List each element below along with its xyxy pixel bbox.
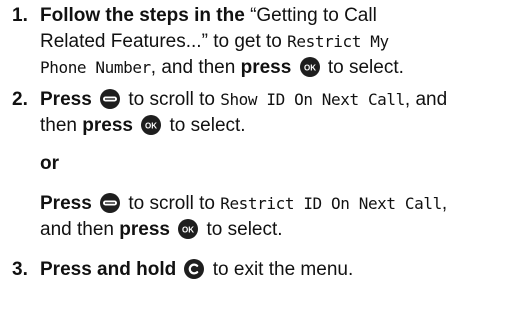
alt-step-line-2: and then press OK to select. (40, 216, 283, 244)
or-label: or (40, 153, 59, 174)
step-2-after-lcd: , and (404, 89, 448, 110)
alt-step-after-lcd: , (441, 193, 448, 214)
step-1-line-3: Phone Number, and then press OK to selec… (40, 54, 404, 82)
step-1-text-3: , and then (150, 57, 241, 78)
svg-text:OK: OK (304, 64, 316, 73)
ok-key-icon: OK (299, 57, 320, 77)
alt-step-press: Press (40, 193, 92, 214)
step-2-line-2: then press OK to select. (40, 112, 246, 140)
alt-step-press-2: press (119, 219, 170, 240)
step-1-number: 1. (12, 5, 28, 26)
step-2-lcd-show-id: Show ID On Next Call (220, 90, 405, 109)
ok-key-icon: OK (141, 115, 162, 135)
step-1-press: press (240, 57, 292, 78)
step-1-quote-text: “Getting to Call (244, 5, 377, 26)
menu-key-icon (100, 89, 121, 109)
alt-step-lcd-restrict-id: Restrict ID On Next Call (220, 194, 442, 213)
step-1-text-2: Related Features...” to get to (40, 31, 288, 52)
or-line: or (40, 150, 59, 178)
step-1-bold-text: Follow the steps in the (40, 5, 245, 26)
step-3-number: 3. (12, 259, 28, 280)
alt-step-line-1: Press to scroll to Restrict ID On Next C… (40, 190, 447, 218)
ok-key-icon: OK (178, 219, 199, 239)
step-1-lcd-phone-number: Phone Number (40, 58, 151, 77)
step-2-mid: to scroll to (123, 89, 221, 110)
alt-step-tail: to select. (201, 219, 283, 240)
step-2-press: Press (40, 89, 92, 110)
step-2-then: then (40, 115, 83, 136)
clear-key-icon (184, 259, 205, 279)
alt-step-mid: to scroll to (123, 193, 221, 214)
svg-text:OK: OK (182, 226, 194, 235)
alt-step-and-then: and then (40, 219, 120, 240)
step-1-line-2: Related Features...” to get to Restrict … (40, 28, 389, 56)
menu-key-icon (100, 193, 121, 213)
step-1-tail: to select. (322, 57, 404, 78)
step-1-lcd-restrict-my: Restrict My (287, 32, 389, 51)
svg-text:OK: OK (145, 122, 157, 131)
step-3-tail: to exit the menu. (207, 259, 354, 280)
step-2-tail: to select. (164, 115, 246, 136)
step-2-press-2: press (82, 115, 133, 136)
step-2-number: 2. (12, 89, 28, 110)
step-3-bold: Press and hold (40, 259, 177, 280)
